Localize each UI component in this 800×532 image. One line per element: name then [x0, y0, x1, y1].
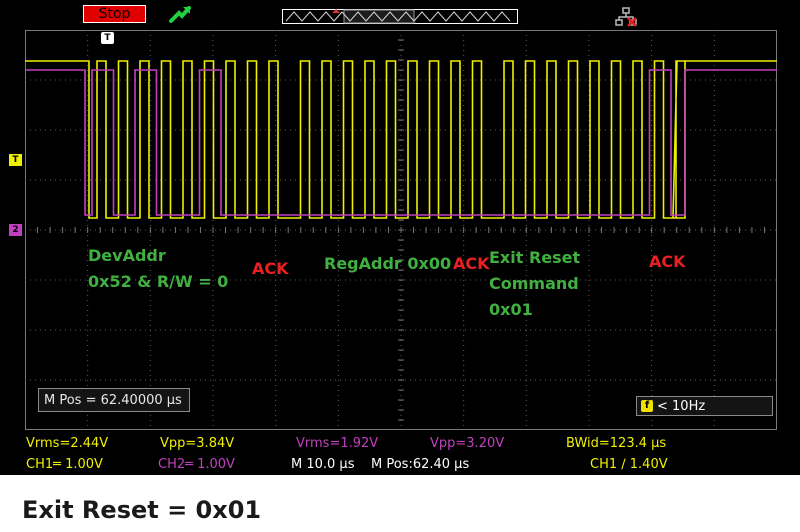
oscilloscope-screen: Stop T T 2 DevAddr 0x52 & R/W = 0 ACK Re…	[0, 0, 800, 475]
run-stop-button[interactable]: Stop	[83, 5, 146, 23]
ch1-vpp-readout: Vpp=3.84V	[160, 436, 235, 451]
annotation-exit-reset-command: Exit Reset Command 0x01	[489, 248, 581, 319]
trigger-frequency-value: < 10Hz	[657, 399, 706, 414]
annotation-ack-3: ACK	[649, 252, 686, 271]
network-disconnected-icon	[615, 7, 637, 27]
bandwidth-readout: BWid=123.4 µs	[566, 436, 667, 451]
trigger-level-readout: CH1 ∕ 1.40V	[590, 457, 668, 472]
ch1-scale-readout: CH1═ 1.00V	[26, 457, 103, 472]
annotation-register-address: RegAddr 0x00	[324, 254, 452, 273]
caption-title: Exit Reset = 0x01	[22, 496, 262, 524]
waveform-graticule	[25, 30, 777, 430]
annotation-device-address: DevAddr 0x52 & R/W = 0	[88, 246, 229, 291]
main-position-readout: M Pos:62.40 µs	[371, 457, 470, 472]
ch1-level-marker[interactable]: T	[9, 154, 22, 166]
trigger-position-marker[interactable]: T	[101, 32, 114, 44]
top-status-bar: Stop	[0, 0, 800, 28]
ch2-vrms-readout: Vrms=1.92V	[296, 436, 379, 451]
ch1-vrms-readout: Vrms=2.44V	[26, 436, 109, 451]
annotation-ack-1: ACK	[252, 259, 289, 278]
timebase-readout: M 10.0 µs	[291, 457, 355, 472]
ch2-vpp-readout: Vpp=3.20V	[430, 436, 505, 451]
horizontal-position-readout: M Pos = 62.40000 µs	[38, 388, 190, 412]
frequency-icon: f	[641, 400, 653, 412]
trigger-arrow-icon	[169, 6, 191, 23]
ch2-level-marker[interactable]: 2	[9, 224, 22, 236]
annotation-ack-2: ACK	[453, 254, 490, 273]
waveform-timeline-overview	[282, 9, 518, 24]
trigger-frequency-readout: f < 10Hz	[636, 396, 773, 416]
ch2-scale-readout: CH2═ 1.00V	[158, 457, 235, 472]
